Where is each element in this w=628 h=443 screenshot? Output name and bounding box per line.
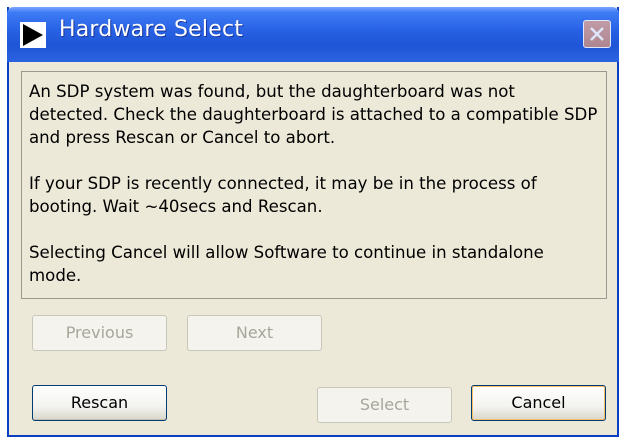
message-text-area[interactable]: An SDP system was found, but the daughte…: [21, 71, 607, 299]
previous-button[interactable]: Previous: [32, 315, 167, 351]
select-button[interactable]: Select: [317, 387, 452, 423]
window-title: Hardware Select: [59, 17, 244, 42]
next-button[interactable]: Next: [187, 315, 322, 351]
title-bar[interactable]: Hardware Select: [7, 7, 619, 62]
play-arrow-icon: [20, 22, 46, 48]
message-paragraph-standalone: Selecting Cancel will allow Software to …: [29, 243, 544, 285]
close-icon: [590, 27, 604, 41]
message-paragraph-booting: If your SDP is recently connected, it ma…: [29, 174, 537, 216]
rescan-button[interactable]: Rescan: [32, 385, 167, 421]
hardware-select-dialog: Hardware Select An SDP system was found,…: [7, 7, 619, 437]
cancel-button[interactable]: Cancel: [471, 385, 606, 421]
close-button[interactable]: [583, 20, 611, 48]
message-paragraph-found: An SDP system was found, but the daughte…: [29, 82, 598, 147]
